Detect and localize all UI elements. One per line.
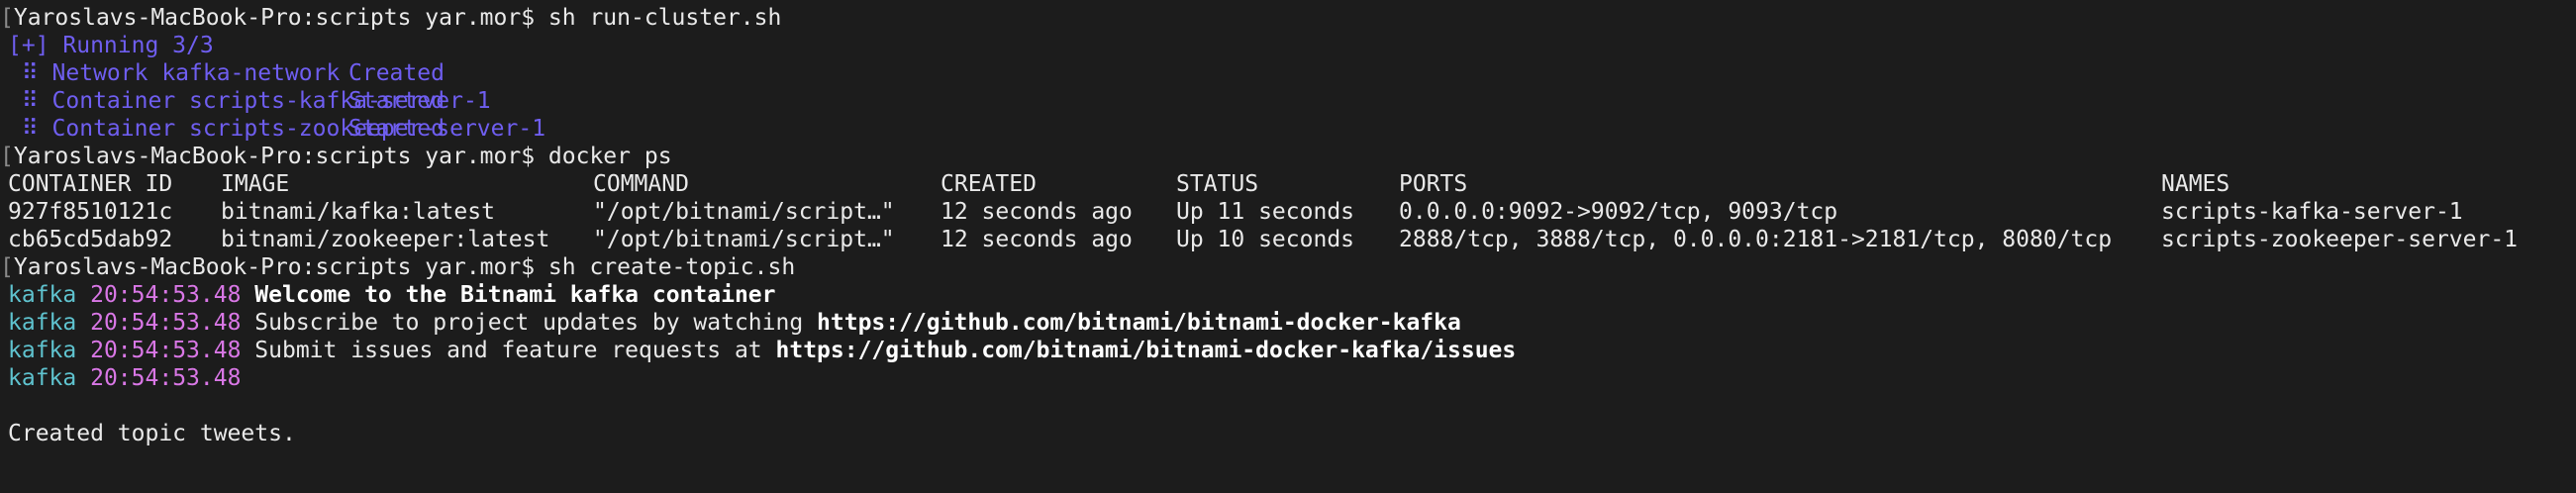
compose-item: ⠿ Container scripts-kafka-server-1 Starte…	[8, 87, 2576, 115]
terminal-window[interactable]: [Yaroslavs-MacBook-Pro:scripts yar.mor$ …	[0, 0, 2576, 493]
compose-item-state: Started	[348, 116, 445, 142]
col-created: CREATED	[941, 171, 1037, 197]
compose-item-state: Created	[348, 60, 445, 86]
cell-status: Up 10 seconds	[1176, 227, 1355, 252]
prompt-line: [Yaroslavs-MacBook-Pro:scripts yar.mor$ …	[0, 143, 2576, 170]
cell-ports: 0.0.0.0:9092->9092/tcp, 9093/tcp	[1399, 199, 1838, 225]
col-container-id: CONTAINER ID	[8, 171, 173, 197]
cell-created: 12 seconds ago	[941, 199, 1133, 225]
compose-item-name: ⠿ Network kafka-network	[8, 60, 341, 86]
docker-row: cb65cd5dab92 bitnami/zookeeper:latest "/…	[8, 226, 2576, 253]
log-link[interactable]: https://github.com/bitnami/bitnami-docke…	[776, 338, 1517, 363]
log-line: kafka 20:54:53.48 Subscribe to project u…	[8, 309, 2576, 337]
col-names: NAMES	[2161, 171, 2230, 197]
log-line: kafka 20:54:53.48 Welcome to the Bitnami…	[8, 281, 2576, 309]
cell-names: scripts-kafka-server-1	[2161, 199, 2463, 225]
log-source: kafka	[8, 365, 77, 391]
log-source: kafka	[8, 282, 77, 308]
cell-names: scripts-zookeeper-server-1	[2161, 227, 2519, 252]
log-time: 20:54:53.48	[90, 338, 242, 363]
log-text: Subscribe to project updates by watching	[254, 310, 818, 336]
cell-container-id: 927f8510121c	[8, 199, 173, 225]
log-text: Submit issues and feature requests at	[254, 338, 776, 363]
cell-container-id: cb65cd5dab92	[8, 227, 173, 252]
cell-ports: 2888/tcp, 3888/tcp, 0.0.0.0:2181->2181/t…	[1399, 227, 2113, 252]
log-bold-text: Welcome to the Bitnami kafka container	[254, 282, 776, 308]
compose-item-name: ⠿ Container scripts-zookeeper-server-1	[8, 116, 546, 142]
shell-command: sh run-cluster.sh	[547, 5, 782, 31]
cell-status: Up 11 seconds	[1176, 199, 1355, 225]
cell-command: "/opt/bitnami/script…"	[593, 227, 895, 252]
prompt-line: [Yaroslavs-MacBook-Pro:scripts yar.mor$ …	[0, 253, 2576, 281]
compose-item: ⠿ Network kafka-network Created	[8, 59, 2576, 87]
cell-command: "/opt/bitnami/script…"	[593, 199, 895, 225]
cell-created: 12 seconds ago	[941, 227, 1133, 252]
cell-image: bitnami/zookeeper:latest	[221, 227, 550, 252]
log-source: kafka	[8, 310, 77, 336]
docker-header-row: CONTAINER ID IMAGE COMMAND CREATED STATU…	[8, 170, 2576, 198]
prompt-line: [Yaroslavs-MacBook-Pro:scripts yar.mor$ …	[0, 4, 2576, 32]
log-link[interactable]: https://github.com/bitnami/bitnami-docke…	[817, 310, 1461, 336]
shell-prompt: Yaroslavs-MacBook-Pro:scripts yar.mor$	[13, 254, 536, 280]
shell-prompt: Yaroslavs-MacBook-Pro:scripts yar.mor$	[13, 5, 536, 31]
log-time: 20:54:53.48	[90, 282, 242, 308]
log-line: kafka 20:54:53.48	[8, 364, 2576, 392]
shell-prompt: Yaroslavs-MacBook-Pro:scripts yar.mor$	[13, 144, 536, 169]
result-line: Created topic tweets.	[8, 421, 296, 446]
shell-command: sh create-topic.sh	[547, 254, 796, 280]
compose-header: [+] Running 3/3	[8, 33, 214, 58]
cell-image: bitnami/kafka:latest	[221, 199, 495, 225]
shell-command: docker ps	[547, 144, 672, 169]
mark-bracket: [	[0, 144, 14, 169]
log-line: kafka 20:54:53.48 Submit issues and feat…	[8, 337, 2576, 364]
col-image: IMAGE	[221, 171, 290, 197]
compose-item-state: Started	[348, 88, 445, 114]
col-status: STATUS	[1176, 171, 1259, 197]
log-time: 20:54:53.48	[90, 365, 242, 391]
col-command: COMMAND	[593, 171, 689, 197]
col-ports: PORTS	[1399, 171, 1468, 197]
mark-bracket: [	[0, 5, 14, 31]
compose-item: ⠿ Container scripts-zookeeper-server-1 St…	[8, 115, 2576, 143]
log-source: kafka	[8, 338, 77, 363]
mark-bracket: [	[0, 254, 14, 280]
docker-row: 927f8510121c bitnami/kafka:latest "/opt/…	[8, 198, 2576, 226]
log-time: 20:54:53.48	[90, 310, 242, 336]
